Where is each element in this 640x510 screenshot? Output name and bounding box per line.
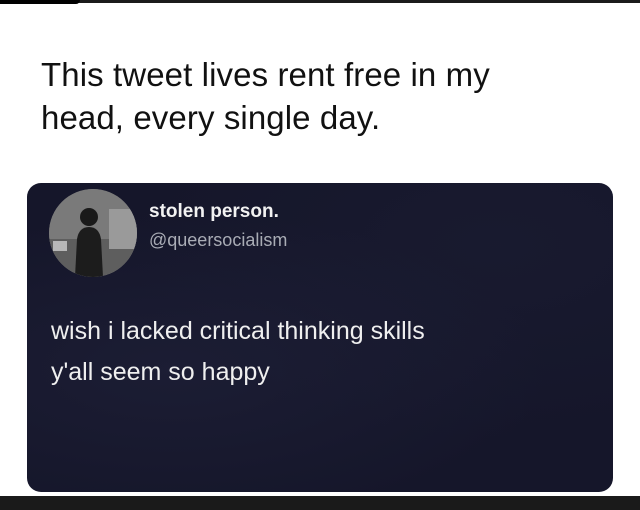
tweet-display-name[interactable]: stolen person.: [149, 201, 279, 223]
meme-caption: This tweet lives rent free in my head, e…: [41, 53, 611, 139]
tweet-text: wish i lacked critical thinking skills y…: [51, 311, 591, 393]
tweet-text-line-2: y'all seem so happy: [51, 358, 270, 386]
caption-line-1: This tweet lives rent free in my: [41, 56, 490, 93]
top-divider: [0, 0, 640, 4]
caption-line-2: head, every single day.: [41, 99, 381, 136]
tweet-card[interactable]: stolen person. @queersocialism wish i la…: [27, 183, 613, 492]
avatar[interactable]: [49, 189, 137, 277]
tweet-text-line-1: wish i lacked critical thinking skills: [51, 317, 425, 345]
user-silhouette-icon: [49, 189, 137, 277]
bottom-divider: [0, 496, 640, 510]
tweet-handle[interactable]: @queersocialism: [149, 230, 287, 251]
